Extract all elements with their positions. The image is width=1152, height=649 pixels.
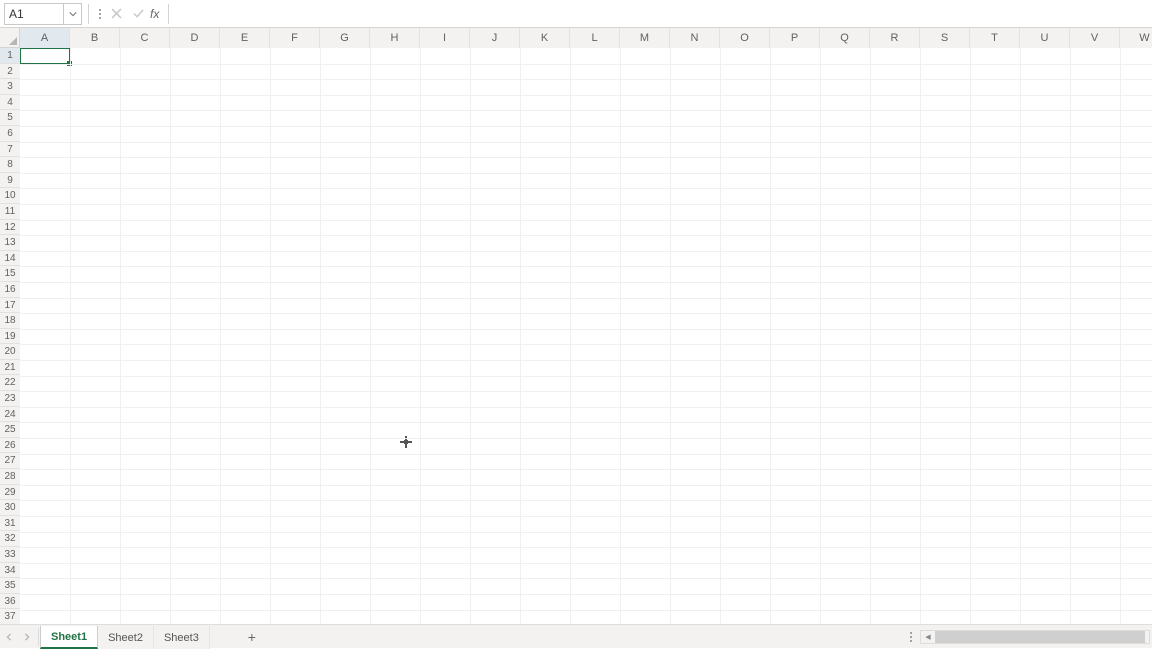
scroll-track[interactable] [935, 631, 1135, 643]
chevron-left-icon [5, 633, 13, 641]
name-box[interactable] [4, 3, 64, 25]
column-headers[interactable]: ABCDEFGHIJKLMNOPQRSTUVW [20, 28, 1152, 48]
tab-scroll-options[interactable] [906, 627, 916, 647]
add-sheet-button[interactable]: + [240, 626, 264, 648]
separator [38, 628, 39, 646]
formula-bar: fx [0, 0, 1152, 28]
column-header[interactable]: Q [820, 28, 870, 48]
row-header[interactable]: 16 [0, 282, 20, 298]
row-header[interactable]: 4 [0, 95, 20, 111]
expand-formula-icon[interactable] [95, 3, 105, 25]
sheet-nav-prev[interactable] [0, 626, 18, 648]
separator [168, 4, 169, 24]
row-header[interactable]: 6 [0, 126, 20, 142]
row-header[interactable]: 26 [0, 438, 20, 454]
row-header[interactable]: 10 [0, 188, 20, 204]
column-header[interactable]: D [170, 28, 220, 48]
column-header[interactable]: S [920, 28, 970, 48]
fx-icon[interactable]: fx [150, 7, 159, 21]
row-header[interactable]: 12 [0, 220, 20, 236]
row-header[interactable]: 34 [0, 563, 20, 579]
column-header[interactable]: L [570, 28, 620, 48]
active-cell-outline[interactable] [19, 47, 71, 65]
separator [88, 4, 89, 24]
row-header[interactable]: 27 [0, 453, 20, 469]
row-header[interactable]: 30 [0, 500, 20, 516]
sheet-tab[interactable]: Sheet3 [154, 626, 210, 649]
row-header[interactable]: 5 [0, 110, 20, 126]
row-header[interactable]: 3 [0, 79, 20, 95]
row-header[interactable]: 29 [0, 485, 20, 501]
row-header[interactable]: 24 [0, 407, 20, 423]
row-header[interactable]: 22 [0, 375, 20, 391]
row-header[interactable]: 33 [0, 547, 20, 563]
row-header[interactable]: 2 [0, 64, 20, 80]
horizontal-scrollbar[interactable]: ◀ ▶ [920, 630, 1150, 644]
chevron-right-icon [23, 633, 31, 641]
sheet-tab[interactable]: Sheet1 [40, 626, 98, 649]
column-header[interactable]: H [370, 28, 420, 48]
sheet-tab-strip: Sheet1Sheet2Sheet3 + ◀ ▶ [0, 624, 1152, 648]
row-header[interactable]: 7 [0, 142, 20, 158]
sheet-nav-next[interactable] [18, 626, 36, 648]
column-header[interactable]: N [670, 28, 720, 48]
row-header[interactable]: 20 [0, 344, 20, 360]
row-header[interactable]: 8 [0, 157, 20, 173]
column-header[interactable]: R [870, 28, 920, 48]
column-header[interactable]: E [220, 28, 270, 48]
row-header[interactable]: 9 [0, 173, 20, 189]
column-header[interactable]: J [470, 28, 520, 48]
row-header[interactable]: 23 [0, 391, 20, 407]
row-header[interactable]: 1 [0, 48, 20, 64]
row-header[interactable]: 14 [0, 251, 20, 267]
cancel-icon[interactable] [105, 3, 127, 25]
formula-input[interactable] [175, 3, 1148, 25]
column-header[interactable]: G [320, 28, 370, 48]
chevron-down-icon [69, 10, 77, 18]
row-headers[interactable]: 1234567891011121314151617181920212223242… [0, 48, 20, 624]
row-header[interactable]: 35 [0, 578, 20, 594]
column-header[interactable]: C [120, 28, 170, 48]
row-header[interactable]: 31 [0, 516, 20, 532]
column-header[interactable]: B [70, 28, 120, 48]
column-header[interactable]: T [970, 28, 1020, 48]
row-header[interactable]: 21 [0, 360, 20, 376]
sheet-tab[interactable]: Sheet2 [98, 626, 154, 649]
sheet-tabs: Sheet1Sheet2Sheet3 [41, 625, 210, 649]
row-header[interactable]: 32 [0, 531, 20, 547]
column-header[interactable]: U [1020, 28, 1070, 48]
name-box-dropdown[interactable] [64, 3, 82, 25]
column-header[interactable]: A [20, 28, 70, 48]
spreadsheet-grid[interactable]: ABCDEFGHIJKLMNOPQRSTUVW 1234567891011121… [0, 28, 1152, 624]
scroll-thumb[interactable] [935, 631, 1145, 643]
row-header[interactable]: 18 [0, 313, 20, 329]
column-header[interactable]: P [770, 28, 820, 48]
column-header[interactable]: M [620, 28, 670, 48]
column-header[interactable]: W [1120, 28, 1152, 48]
column-header[interactable]: O [720, 28, 770, 48]
row-header[interactable]: 19 [0, 329, 20, 345]
row-header[interactable]: 15 [0, 266, 20, 282]
cells-area[interactable] [20, 48, 1152, 624]
column-header[interactable]: F [270, 28, 320, 48]
row-header[interactable]: 36 [0, 594, 20, 610]
column-header[interactable]: K [520, 28, 570, 48]
row-header[interactable]: 13 [0, 235, 20, 251]
row-header[interactable]: 28 [0, 469, 20, 485]
row-header[interactable]: 11 [0, 204, 20, 220]
row-header[interactable]: 37 [0, 609, 20, 624]
select-all-corner[interactable] [0, 28, 20, 48]
column-header[interactable]: V [1070, 28, 1120, 48]
row-header[interactable]: 25 [0, 422, 20, 438]
column-header[interactable]: I [420, 28, 470, 48]
enter-icon[interactable] [127, 3, 149, 25]
scroll-left-icon[interactable]: ◀ [921, 631, 935, 643]
row-header[interactable]: 17 [0, 298, 20, 314]
